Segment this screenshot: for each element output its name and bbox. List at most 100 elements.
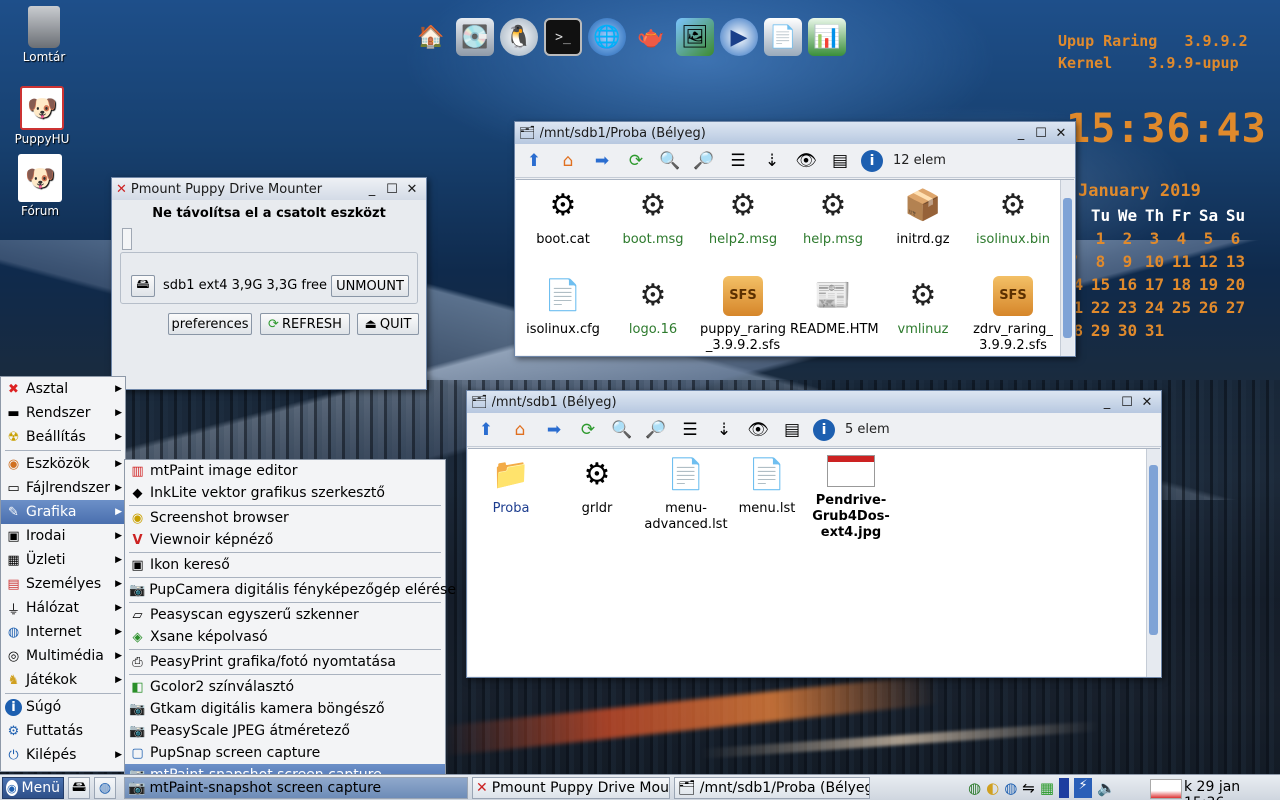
up-arrow-icon[interactable]: ⬆ <box>521 148 547 174</box>
file-item[interactable]: ⚙ vmlinuz <box>880 276 966 338</box>
menu-item-peasyscan[interactable]: ▱ Peasyscan egyszerű szkenner <box>125 604 445 626</box>
list-view-icon[interactable]: ☰ <box>677 417 703 443</box>
file-item[interactable]: SFS zdrv_raring_ 3.9.9.2.sfs <box>970 276 1056 354</box>
home-icon[interactable]: 🏠 <box>412 18 450 56</box>
unmount-button[interactable]: UNMOUNT <box>331 275 409 297</box>
file-item[interactable]: ⚙ boot.cat <box>520 186 606 248</box>
maximize-button[interactable]: ☐ <box>1117 395 1137 410</box>
maximize-button[interactable]: ☐ <box>1031 126 1051 141</box>
show-hidden-icon[interactable]: 👁 <box>793 148 819 174</box>
power-icon[interactable]: ⚡ <box>1074 778 1093 798</box>
taskbar-task-mtpaint[interactable]: 📷 mtPaint-snapshot screen capture <box>124 777 468 799</box>
scrollbar[interactable] <box>1060 180 1074 356</box>
file-item[interactable]: 📄 isolinux.cfg <box>520 276 606 338</box>
pmount-slider[interactable] <box>122 228 132 250</box>
menu-item-mtpaint[interactable]: ▥ mtPaint image editor <box>125 460 445 482</box>
terminal-icon[interactable]: >_ <box>544 18 582 56</box>
menu-item-beallitas[interactable]: ☢ Beállítás ▶ <box>1 425 125 449</box>
close-button[interactable]: ✕ <box>1051 126 1071 141</box>
file-item[interactable]: Pendrive- Grub4Dos- ext4.jpg <box>808 455 894 541</box>
scroll-thumb[interactable] <box>1149 465 1158 635</box>
scrollbar[interactable] <box>1146 449 1160 677</box>
refresh-button[interactable]: ⟳ REFRESH <box>260 313 350 335</box>
drive-icon[interactable]: 🖴 <box>131 275 155 297</box>
spreadsheet-icon[interactable]: 📊 <box>808 18 846 56</box>
file-item[interactable]: SFS puppy_raring _3.9.9.2.sfs <box>700 276 786 354</box>
menu-item-fajlrendszer[interactable]: ▭ Fájlrendszer ▶ <box>1 476 125 500</box>
menu-item-pupsnap[interactable]: ▢ PupSnap screen capture <box>125 742 445 764</box>
zoom-out-icon[interactable]: 🔎 <box>643 417 669 443</box>
home-icon[interactable]: ⌂ <box>555 148 581 174</box>
menu-item-szemelyes[interactable]: ▤ Személyes ▶ <box>1 572 125 596</box>
quicklaunch-drive[interactable]: 🖴 <box>68 777 90 799</box>
quit-button[interactable]: ⏏ QUIT <box>357 313 419 335</box>
file-item[interactable]: ⚙ grldr <box>554 455 640 517</box>
quicklaunch-browser[interactable]: ◍ <box>94 777 116 799</box>
menu-item-rendszer[interactable]: ▬ Rendszer ▶ <box>1 401 125 425</box>
menu-item-gtkam[interactable]: 📷 Gtkam digitális kamera böngésző <box>125 698 445 720</box>
forward-arrow-icon[interactable]: ➡ <box>589 148 615 174</box>
details-icon[interactable]: ▤ <box>827 148 853 174</box>
network-globe-icon[interactable]: ◍ <box>968 779 981 797</box>
info-icon[interactable]: i <box>813 418 835 441</box>
scroll-thumb[interactable] <box>1063 198 1072 338</box>
file-item[interactable]: 📄 menu- advanced.lst <box>640 455 732 533</box>
volume-icon[interactable]: 🔈 <box>1097 779 1116 797</box>
window-sdb1-titlebar[interactable]: 🗂 /mnt/sdb1 (Bélyeg) _ ☐ ✕ <box>467 391 1161 413</box>
desktop-icon-trash[interactable]: Lomtár <box>4 6 84 64</box>
desktop-icon-forum[interactable]: 🐶 Fórum <box>0 154 80 218</box>
menu-item-multimedia[interactable]: ◎ Multimédia ▶ <box>1 644 125 668</box>
window-pmount-titlebar[interactable]: ✕ Pmount Puppy Drive Mounter _ ☐ ✕ <box>112 178 426 200</box>
home-icon[interactable]: ⌂ <box>507 417 533 443</box>
file-item[interactable]: ⚙ logo.16 <box>610 276 696 338</box>
minimize-button[interactable]: _ <box>1097 395 1117 410</box>
zoom-in-icon[interactable]: 🔍 <box>609 417 635 443</box>
menu-item-kilepes[interactable]: ⏻ Kilépés ▶ <box>1 743 125 767</box>
menu-item-uzleti[interactable]: ▦ Üzleti ▶ <box>1 548 125 572</box>
network-monitor-icon[interactable]: ⇋ <box>1022 779 1035 797</box>
battery-icon[interactable]: ▦ <box>1040 779 1054 797</box>
menu-item-xsane[interactable]: ◈ Xsane képolvasó <box>125 626 445 648</box>
globe-icon[interactable]: ◍ <box>1004 779 1017 797</box>
file-item[interactable]: 📄 menu.lst <box>724 455 810 517</box>
zoom-out-icon[interactable]: 🔎 <box>691 148 717 174</box>
minimize-button[interactable]: _ <box>362 182 382 197</box>
menu-item-halozat[interactable]: ⏚ Hálózat ▶ <box>1 596 125 620</box>
file-item[interactable]: 📦 initrd.gz <box>880 186 966 248</box>
drive-icon[interactable]: 💽 <box>456 18 494 56</box>
menu-item-sugo[interactable]: i Súgó <box>1 695 125 719</box>
refresh-icon[interactable]: ⟳ <box>623 148 649 174</box>
image-viewer-icon[interactable]: 🖼 <box>676 18 714 56</box>
taskbar-task-proba[interactable]: 🗂 /mnt/sdb1/Proba (Bélyeg) <box>674 777 870 799</box>
sort-icon[interactable]: ⇣ <box>759 148 785 174</box>
menu-item-peasyprint[interactable]: ⎙ PeasyPrint grafika/fotó nyomtatása <box>125 651 445 673</box>
file-item[interactable]: ⚙ isolinux.bin <box>970 186 1056 248</box>
sort-icon[interactable]: ⇣ <box>711 417 737 443</box>
list-view-icon[interactable]: ☰ <box>725 148 751 174</box>
menu-item-internet[interactable]: ◍ Internet ▶ <box>1 620 125 644</box>
browser-icon[interactable]: 🌐 <box>588 18 626 56</box>
color-wheel-icon[interactable]: ◐ <box>986 779 999 797</box>
menu-item-screenshot-browser[interactable]: ◉ Screenshot browser <box>125 507 445 529</box>
menu-item-irodai[interactable]: ▣ Irodai ▶ <box>1 524 125 548</box>
forward-arrow-icon[interactable]: ➡ <box>541 417 567 443</box>
taskbar-task-pmount[interactable]: ✕ Pmount Puppy Drive Moun <box>472 777 670 799</box>
menu-item-ikon-kereso[interactable]: ▣ Ikon kereső <box>125 554 445 576</box>
details-icon[interactable]: ▤ <box>779 417 805 443</box>
menu-item-pupcamera[interactable]: 📷 PupCamera digitális fényképezőgép eléré… <box>125 579 456 601</box>
menu-item-gcolor2[interactable]: ◧ Gcolor2 színválasztó <box>125 676 445 698</box>
close-button[interactable]: ✕ <box>1137 395 1157 410</box>
up-arrow-icon[interactable]: ⬆ <box>473 417 499 443</box>
media-player-icon[interactable]: ▶ <box>720 18 758 56</box>
menu-item-grafika[interactable]: ✎ Grafika ▶ <box>1 500 125 524</box>
puppy-icon[interactable]: 🐧 <box>500 18 538 56</box>
menu-item-eszkozok[interactable]: ◉ Eszközök ▶ <box>1 452 125 476</box>
memory-icon[interactable] <box>1059 778 1070 798</box>
menu-item-jatekok[interactable]: ♞ Játékok ▶ <box>1 668 125 692</box>
file-item[interactable]: ⚙ boot.msg <box>610 186 696 248</box>
info-icon[interactable]: i <box>861 149 883 172</box>
file-item[interactable]: 📰 README.HTM <box>790 276 879 338</box>
menu-item-asztal[interactable]: ✖ Asztal ▶ <box>1 377 125 401</box>
minimize-button[interactable]: _ <box>1011 126 1031 141</box>
teapot-icon[interactable]: 🫖 <box>632 18 670 56</box>
